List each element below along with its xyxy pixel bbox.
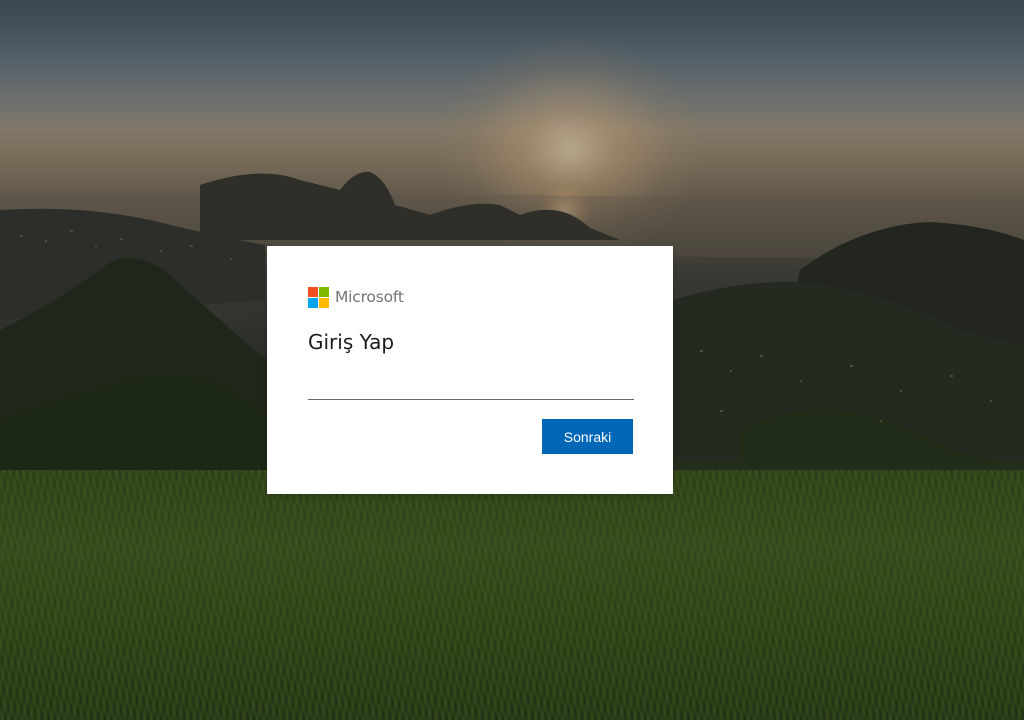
brand-name: Microsoft [335,288,404,306]
signin-title: Giriş Yap [308,330,395,354]
logo-blue-square [308,297,318,308]
email-input[interactable] [308,368,634,400]
logo-green-square [319,286,329,297]
signin-card: Microsoft Giriş Yap Sonraki [267,246,673,494]
microsoft-logo-icon [308,286,329,308]
next-button[interactable]: Sonraki [542,419,633,454]
logo-yellow-square [319,297,329,308]
brand: Microsoft [308,286,404,308]
logo-red-square [308,286,318,297]
